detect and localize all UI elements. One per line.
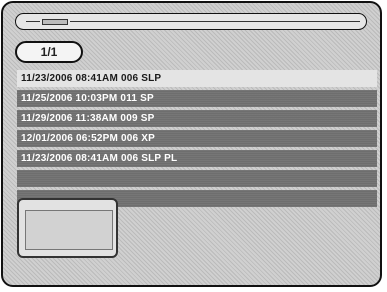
thumbnail-preview [25, 210, 113, 250]
recording-row-5[interactable]: 11/23/2006 08:41AM 006 SLP PL [17, 150, 377, 167]
page-indicator: 1/1 [15, 41, 83, 63]
thumbnail-info-box [17, 198, 118, 258]
recording-row-4[interactable]: 12/01/2006 06:52PM 006 XP [17, 130, 377, 147]
recording-row-3[interactable]: 11/29/2006 11:38AM 009 SP [17, 110, 377, 127]
recording-list: 11/23/2006 08:41AM 006 SLP 11/25/2006 10… [17, 70, 377, 210]
recording-row-6-empty[interactable] [17, 170, 377, 187]
title-bar-line-left [26, 21, 40, 22]
title-bar-marker [42, 19, 68, 25]
recording-row-2[interactable]: 11/25/2006 10:03PM 011 SP [17, 90, 377, 107]
recording-row-1[interactable]: 11/23/2006 08:41AM 006 SLP [17, 70, 377, 87]
title-bar-line-right [70, 21, 360, 22]
disc-menu-screen: 1/1 11/23/2006 08:41AM 006 SLP 11/25/200… [1, 1, 382, 287]
title-bar [15, 13, 367, 30]
